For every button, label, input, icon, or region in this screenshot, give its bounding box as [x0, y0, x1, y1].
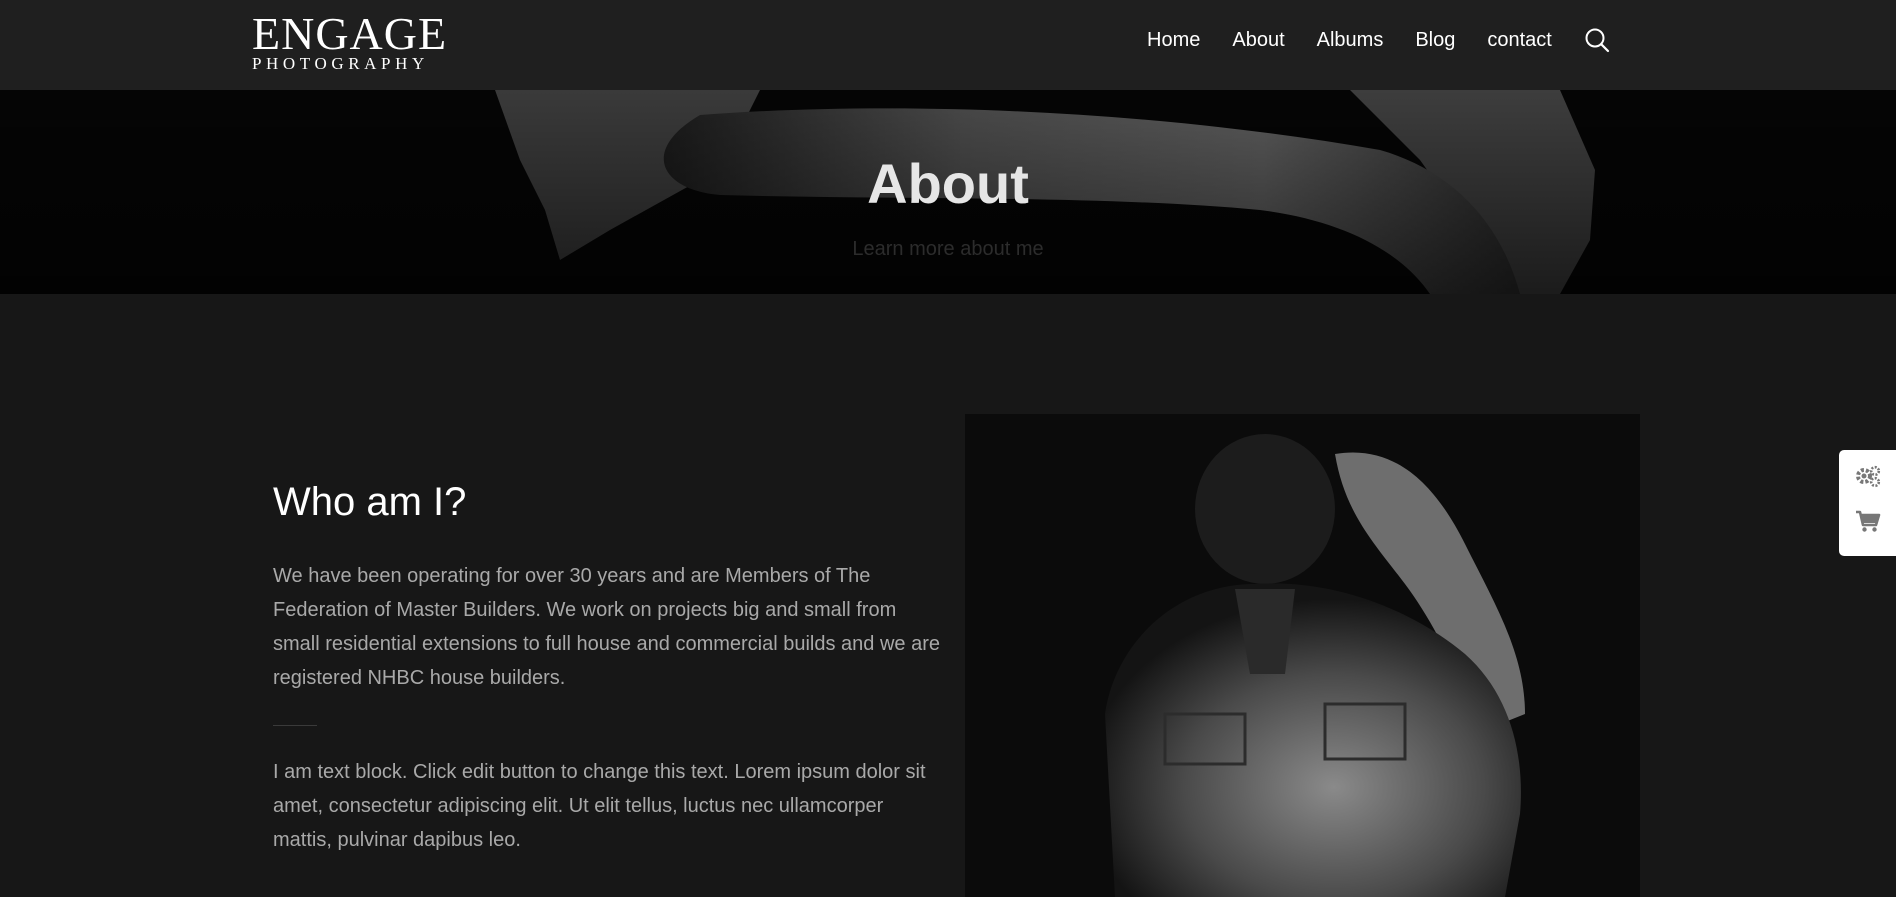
- page-title: About: [867, 152, 1029, 215]
- main-nav: Home About Albums Blog contact: [1147, 27, 1610, 53]
- site-logo[interactable]: ENGAGE PHOTOGRAPHY: [252, 8, 448, 73]
- nav-item-albums[interactable]: Albums: [1317, 28, 1384, 52]
- nav-item-blog[interactable]: Blog: [1415, 28, 1455, 52]
- logo-main-text: ENGAGE: [252, 8, 448, 59]
- cart-icon[interactable]: [1853, 506, 1883, 536]
- search-icon[interactable]: [1584, 27, 1610, 53]
- portrait-image: [965, 414, 1640, 897]
- site-header: ENGAGE PHOTOGRAPHY Home About Albums Blo…: [0, 0, 1896, 90]
- body-paragraph: I am text block. Click edit button to ch…: [273, 761, 926, 851]
- intro-paragraph: We have been operating for over 30 years…: [273, 565, 941, 689]
- gears-icon[interactable]: [1853, 461, 1883, 491]
- nav-item-home[interactable]: Home: [1147, 28, 1200, 52]
- nav-item-about[interactable]: About: [1232, 28, 1284, 52]
- side-widget: [1839, 450, 1896, 556]
- page-hero: About Learn more about me: [0, 90, 1896, 294]
- logo-sub-text: PHOTOGRAPHY: [252, 54, 429, 73]
- section-heading: Who am I?: [273, 480, 467, 524]
- page-subtitle: Learn more about me: [852, 238, 1044, 260]
- nav-item-contact[interactable]: contact: [1487, 28, 1551, 52]
- divider: [273, 725, 317, 726]
- portrait-photo: [965, 414, 1640, 897]
